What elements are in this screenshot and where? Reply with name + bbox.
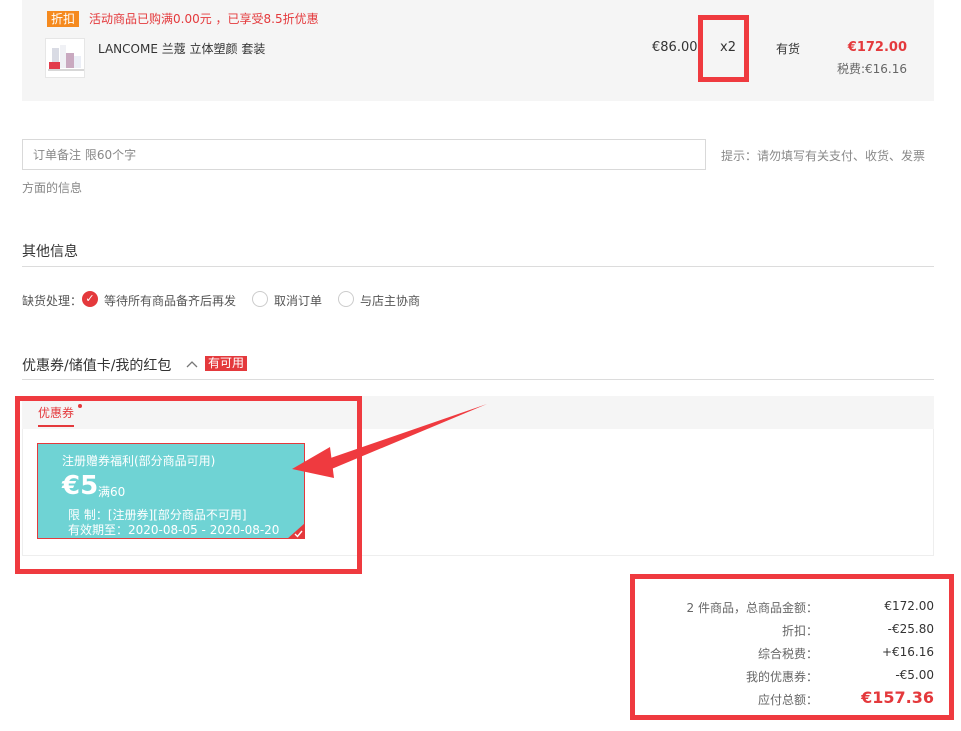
coupon-amount: €5 [62, 471, 99, 501]
option-negotiate-label[interactable]: 与店主协商 [360, 292, 420, 309]
total-amount: €157.36 [861, 688, 934, 707]
other-info-title: 其他信息 [22, 244, 78, 260]
remark-hint-continued: 方面的信息 [22, 181, 83, 195]
coupon-title: 注册赠券福利(部分商品可用) [62, 454, 216, 468]
active-tab-underline [38, 425, 74, 427]
radio-negotiate[interactable] [338, 291, 354, 307]
order-remark-input[interactable] [22, 139, 706, 170]
check-icon [294, 530, 303, 538]
item-subtotal: €172.00 [847, 40, 907, 55]
item-tax: 税费:€16.16 [836, 62, 907, 76]
summary-coupon-value: -€5.00 [895, 668, 934, 682]
remark-hint: 提示：请勿填写有关支付、收货、发票 [721, 149, 926, 163]
summary-coupon-label: 我的优惠券： [745, 670, 818, 684]
available-badge: 有可用 [205, 356, 248, 371]
coupon-tabbar [22, 396, 934, 429]
summary-tax-label: 综合税费： [757, 647, 818, 661]
summary-discount-value: -€25.80 [887, 622, 934, 636]
product-image-icon [46, 39, 84, 77]
divider [22, 266, 934, 267]
stock-status: 有货 [776, 42, 801, 56]
chevron-up-icon[interactable] [186, 360, 198, 368]
tab-coupons[interactable]: 优惠券 [38, 404, 74, 421]
discount-tag: 折扣 [47, 11, 80, 27]
coupon-section-title[interactable]: 优惠券/储值卡/我的红包 [22, 355, 171, 375]
divider [22, 379, 934, 380]
summary-tax-value: +€16.16 [881, 645, 934, 659]
product-name[interactable]: LANCOME 兰蔻 立体塑颜 套装 [98, 40, 265, 57]
tab-notification-dot [78, 404, 82, 408]
option-cancel-order-label[interactable]: 取消订单 [274, 292, 322, 309]
summary-discount-label: 折扣： [781, 624, 818, 638]
out-of-stock-label: 缺货处理： [22, 294, 83, 308]
promo-text: 活动商品已购满0.00元 ，已享受8.5折优惠 [89, 12, 319, 26]
product-thumbnail[interactable] [45, 38, 85, 78]
radio-wait-all[interactable]: ✓ [82, 291, 98, 307]
radio-cancel-order[interactable] [252, 291, 268, 307]
unit-price: €86.00 [652, 40, 698, 55]
coupon-threshold: 满60 [98, 485, 126, 499]
coupon-validity: 有效期至：2020-08-05 - 2020-08-20 [68, 523, 280, 537]
summary-items-label: 2 件商品，总商品金额： [686, 601, 818, 615]
summary-items-value: €172.00 [884, 599, 934, 613]
quantity: x2 [720, 40, 736, 55]
option-wait-all-label[interactable]: 等待所有商品备齐后再发 [104, 292, 236, 309]
total-label: 应付总额： [757, 693, 818, 707]
